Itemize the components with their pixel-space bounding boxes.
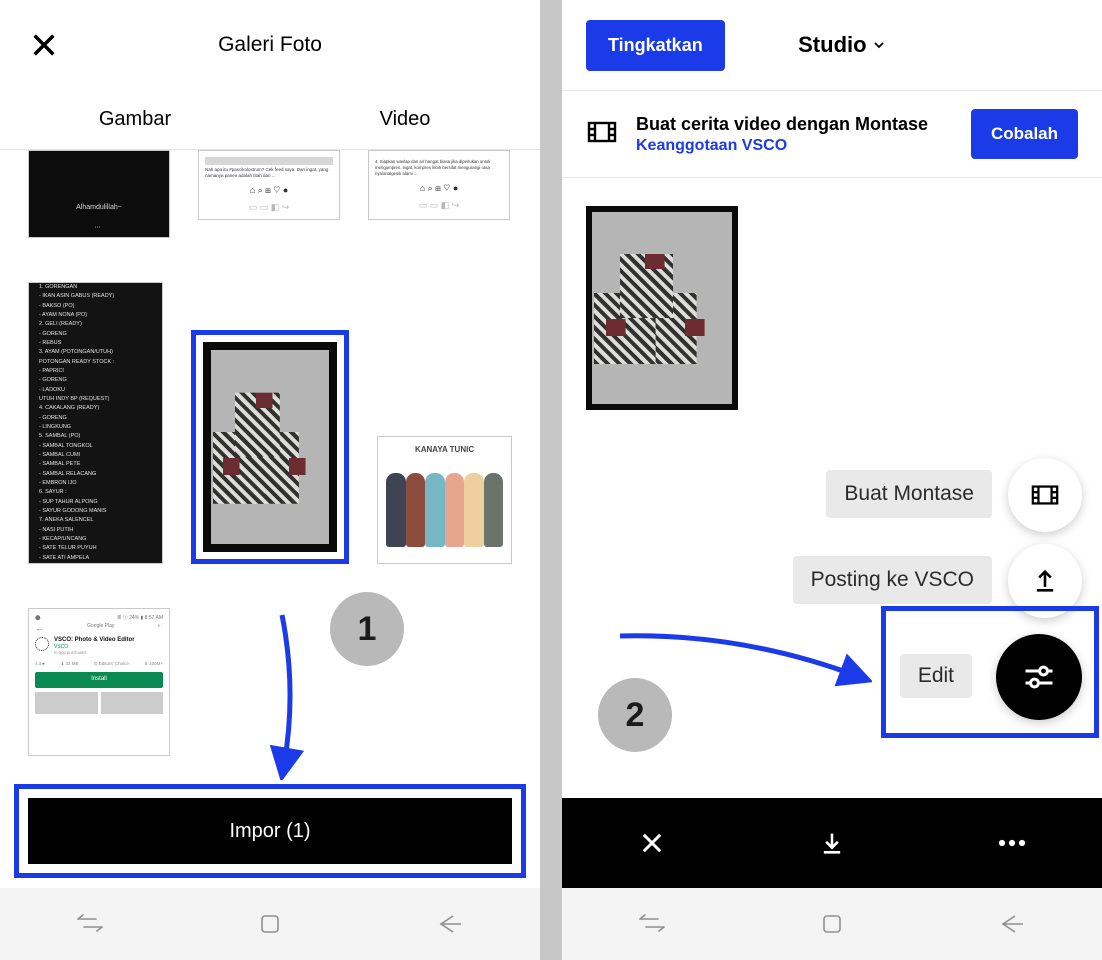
close-action-icon[interactable] [562,798,742,888]
chevron-down-icon [873,39,885,51]
studio-photo-thumb[interactable] [586,206,738,410]
download-icon[interactable] [742,798,922,888]
grid-thumb[interactable]: 4. Siapkan waslap dan air hangat biasa j… [368,150,510,220]
studio-body: Buat Montase Posting ke VSCO Edit 2 [562,178,1102,798]
import-button[interactable]: Impor (1) [28,798,512,864]
back-arrow-icon: ← [35,623,44,634]
nav-home-icon[interactable] [180,888,360,960]
page-title: Galeri Foto [0,33,540,57]
selected-photo [203,342,337,552]
try-button[interactable]: Cobalah [971,109,1078,159]
montage-fab[interactable] [1008,458,1082,532]
nav-recent-icon[interactable] [0,888,180,960]
grid-thumb[interactable]: Nah apa itu #pascikolostrum? Cek feed sa… [198,150,340,220]
post-pill[interactable]: Posting ke VSCO [793,556,992,604]
vsco-app-icon [35,637,49,651]
android-navbar [0,888,540,960]
thumb-caption: Alhamdulillah~ [76,204,122,212]
thumb-igbar: ⌂ ⌕ ⊞ ♡ ● [205,185,333,196]
more-icon[interactable] [922,798,1102,888]
step-badge-1: 1 [330,592,404,666]
grid-row: Alhamdulillah~ ⋯ Nah apa itu #pascikolos… [28,150,512,238]
playstore-time: ⬤ [35,615,41,621]
grid-row: MENU HARI INI :1. GORENGAN- IKAN ASIN GA… [28,282,512,564]
montage-banner: Buat cerita video dengan Montase Keanggo… [562,90,1102,178]
upgrade-button[interactable]: Tingkatkan [586,20,725,71]
play-install-button: Install [35,672,163,687]
nav-recent-icon[interactable] [562,888,742,960]
nav-back-icon[interactable] [360,888,540,960]
tutorial-arrow [262,610,322,780]
tutorial-arrow [612,628,872,708]
action-bar [562,798,1102,888]
playstore-app-name: VSCO: Photo & Video Editor [54,637,135,644]
thumb-title: KANAYA TUNIC [386,445,503,455]
grid-thumb[interactable]: KANAYA TUNIC [377,436,512,564]
studio-header: Tingkatkan Studio [562,0,1102,90]
thumb-igbar: ⌂ ⌕ ⊞ ♡ ● [375,183,503,194]
grid-thumb[interactable]: MENU HARI INI :1. GORENGAN- IKAN ASIN GA… [28,282,163,564]
banner-link[interactable]: Keanggotaan VSCO [636,137,787,154]
montage-pill[interactable]: Buat Montase [826,470,992,518]
nav-home-icon[interactable] [742,888,922,960]
gallery-header: Galeri Foto [0,0,540,90]
tab-video[interactable]: Video [270,90,540,149]
tab-images[interactable]: Gambar [0,90,270,149]
film-icon [586,116,618,153]
grid-thumb[interactable]: Alhamdulillah~ ⋯ [28,150,170,238]
studio-dropdown[interactable]: Studio [798,32,884,58]
close-icon[interactable] [24,25,64,65]
grid-thumb-selected[interactable] [191,330,349,564]
import-highlight: Impor (1) [14,784,526,878]
nav-back-icon[interactable] [922,888,1102,960]
banner-heading: Buat cerita video dengan Montase [636,114,928,135]
edit-fab[interactable] [996,634,1082,720]
edit-pill[interactable]: Edit [900,654,972,698]
media-tabs: Gambar Video [0,90,540,150]
photo-grid: Alhamdulillah~ ⋯ Nah apa itu #pascikolos… [0,150,540,888]
android-navbar [562,888,1102,960]
grid-thumb[interactable]: ⬤≣ ⓘ 24% ▮ 8:57 AM ←Google Play⌕ ⋮ VSCO:… [28,608,170,756]
studio-label: Studio [798,32,866,58]
